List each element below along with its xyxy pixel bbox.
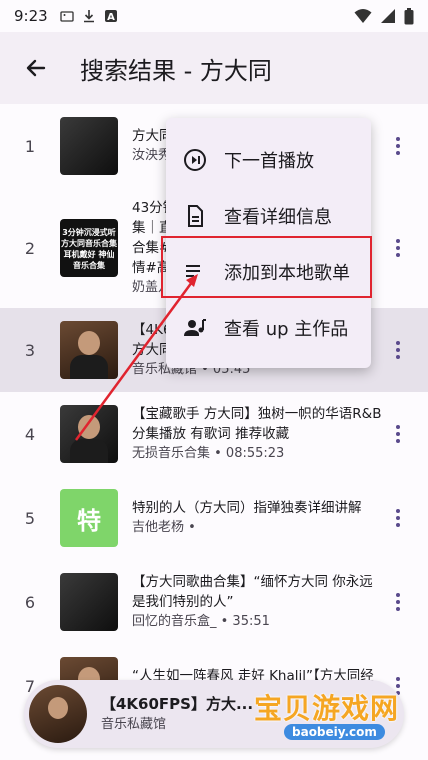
menu-item-label: 查看 up 主作品 (224, 319, 349, 340)
watermark-url: baobeiy.com (284, 724, 385, 740)
result-row[interactable]: 6 【方大同歌曲合集】“缅怀方大同 你永远是我们特别的人” 回忆的音乐盒_ • … (0, 560, 428, 644)
result-title: 【方大同歌曲合集】“缅怀方大同 你永远是我们特别的人” (132, 574, 373, 610)
more-options-icon[interactable] (388, 506, 408, 530)
play-next-icon (182, 147, 208, 173)
result-index: 1 (24, 136, 36, 156)
now-playing-title: 【4K60FPS】方大... (101, 695, 254, 713)
result-thumbnail: 3分钟沉浸式听 方大同音乐合集 耳机戴好 神仙音乐合集 (60, 219, 118, 277)
app-bar: 搜索结果 - 方大同 (0, 32, 428, 104)
result-thumbnail (60, 117, 118, 175)
result-index: 5 (24, 508, 36, 528)
more-options-icon[interactable] (388, 422, 408, 446)
result-subtitle: 回忆的音乐盒_ • 35:51 (132, 614, 270, 629)
menu-item-view-uploader[interactable]: 查看 up 主作品 (166, 300, 371, 356)
annotation-highlight-box (161, 236, 372, 298)
page-title: 搜索结果 - 方大同 (80, 56, 272, 85)
download-icon (83, 10, 94, 23)
status-time: 9:23 (14, 7, 48, 25)
app-a-icon: A (104, 10, 117, 23)
battery-icon (404, 7, 414, 24)
now-playing-avatar (29, 685, 87, 743)
result-row[interactable]: 4 【宝藏歌手 方大同】独树一帜的华语R&B 分集播放 有歌词 推荐收藏 无损音… (0, 392, 428, 476)
watermark-logo: 宝贝游戏网 baobeiy.com (254, 694, 424, 740)
document-icon (182, 203, 208, 229)
result-thumbnail (60, 405, 118, 463)
result-index: 3 (24, 340, 36, 360)
signal-icon (381, 9, 395, 23)
back-button[interactable] (0, 32, 72, 104)
person-music-icon (182, 315, 208, 341)
result-thumbnail (60, 321, 118, 379)
result-row[interactable]: 5 特 特别的人（方大同）指弹独奏详细讲解 吉他老杨 • (0, 476, 428, 560)
more-options-icon[interactable] (388, 590, 408, 614)
result-thumbnail (60, 573, 118, 631)
menu-item-play-next[interactable]: 下一首播放 (166, 132, 371, 188)
result-thumbnail: 特 (60, 489, 118, 547)
result-index: 4 (24, 424, 36, 444)
menu-item-label: 下一首播放 (224, 151, 314, 172)
result-title: 特别的人（方大同）指弹独奏详细讲解 (132, 500, 362, 516)
svg-text:A: A (107, 12, 115, 23)
result-index: 2 (24, 238, 36, 258)
watermark-text: 宝贝游戏网 (254, 692, 400, 725)
wifi-icon (354, 9, 372, 23)
more-options-icon[interactable] (388, 236, 408, 260)
result-title: 【宝藏歌手 方大同】独树一帜的华语R&B 分集播放 有歌词 推荐收藏 (132, 406, 382, 442)
menu-item-label: 查看详细信息 (224, 207, 332, 228)
image-notification-icon (60, 11, 74, 22)
arrow-back-icon (26, 59, 46, 77)
result-subtitle: 无损音乐合集 • 08:55:23 (132, 446, 285, 461)
result-subtitle: 吉他老杨 • (132, 520, 196, 535)
more-options-icon[interactable] (388, 134, 408, 158)
more-options-icon[interactable] (388, 338, 408, 362)
now-playing-subtitle: 音乐私藏馆 (101, 717, 167, 732)
status-bar: 9:23 A (0, 0, 428, 32)
result-index: 6 (24, 592, 36, 612)
